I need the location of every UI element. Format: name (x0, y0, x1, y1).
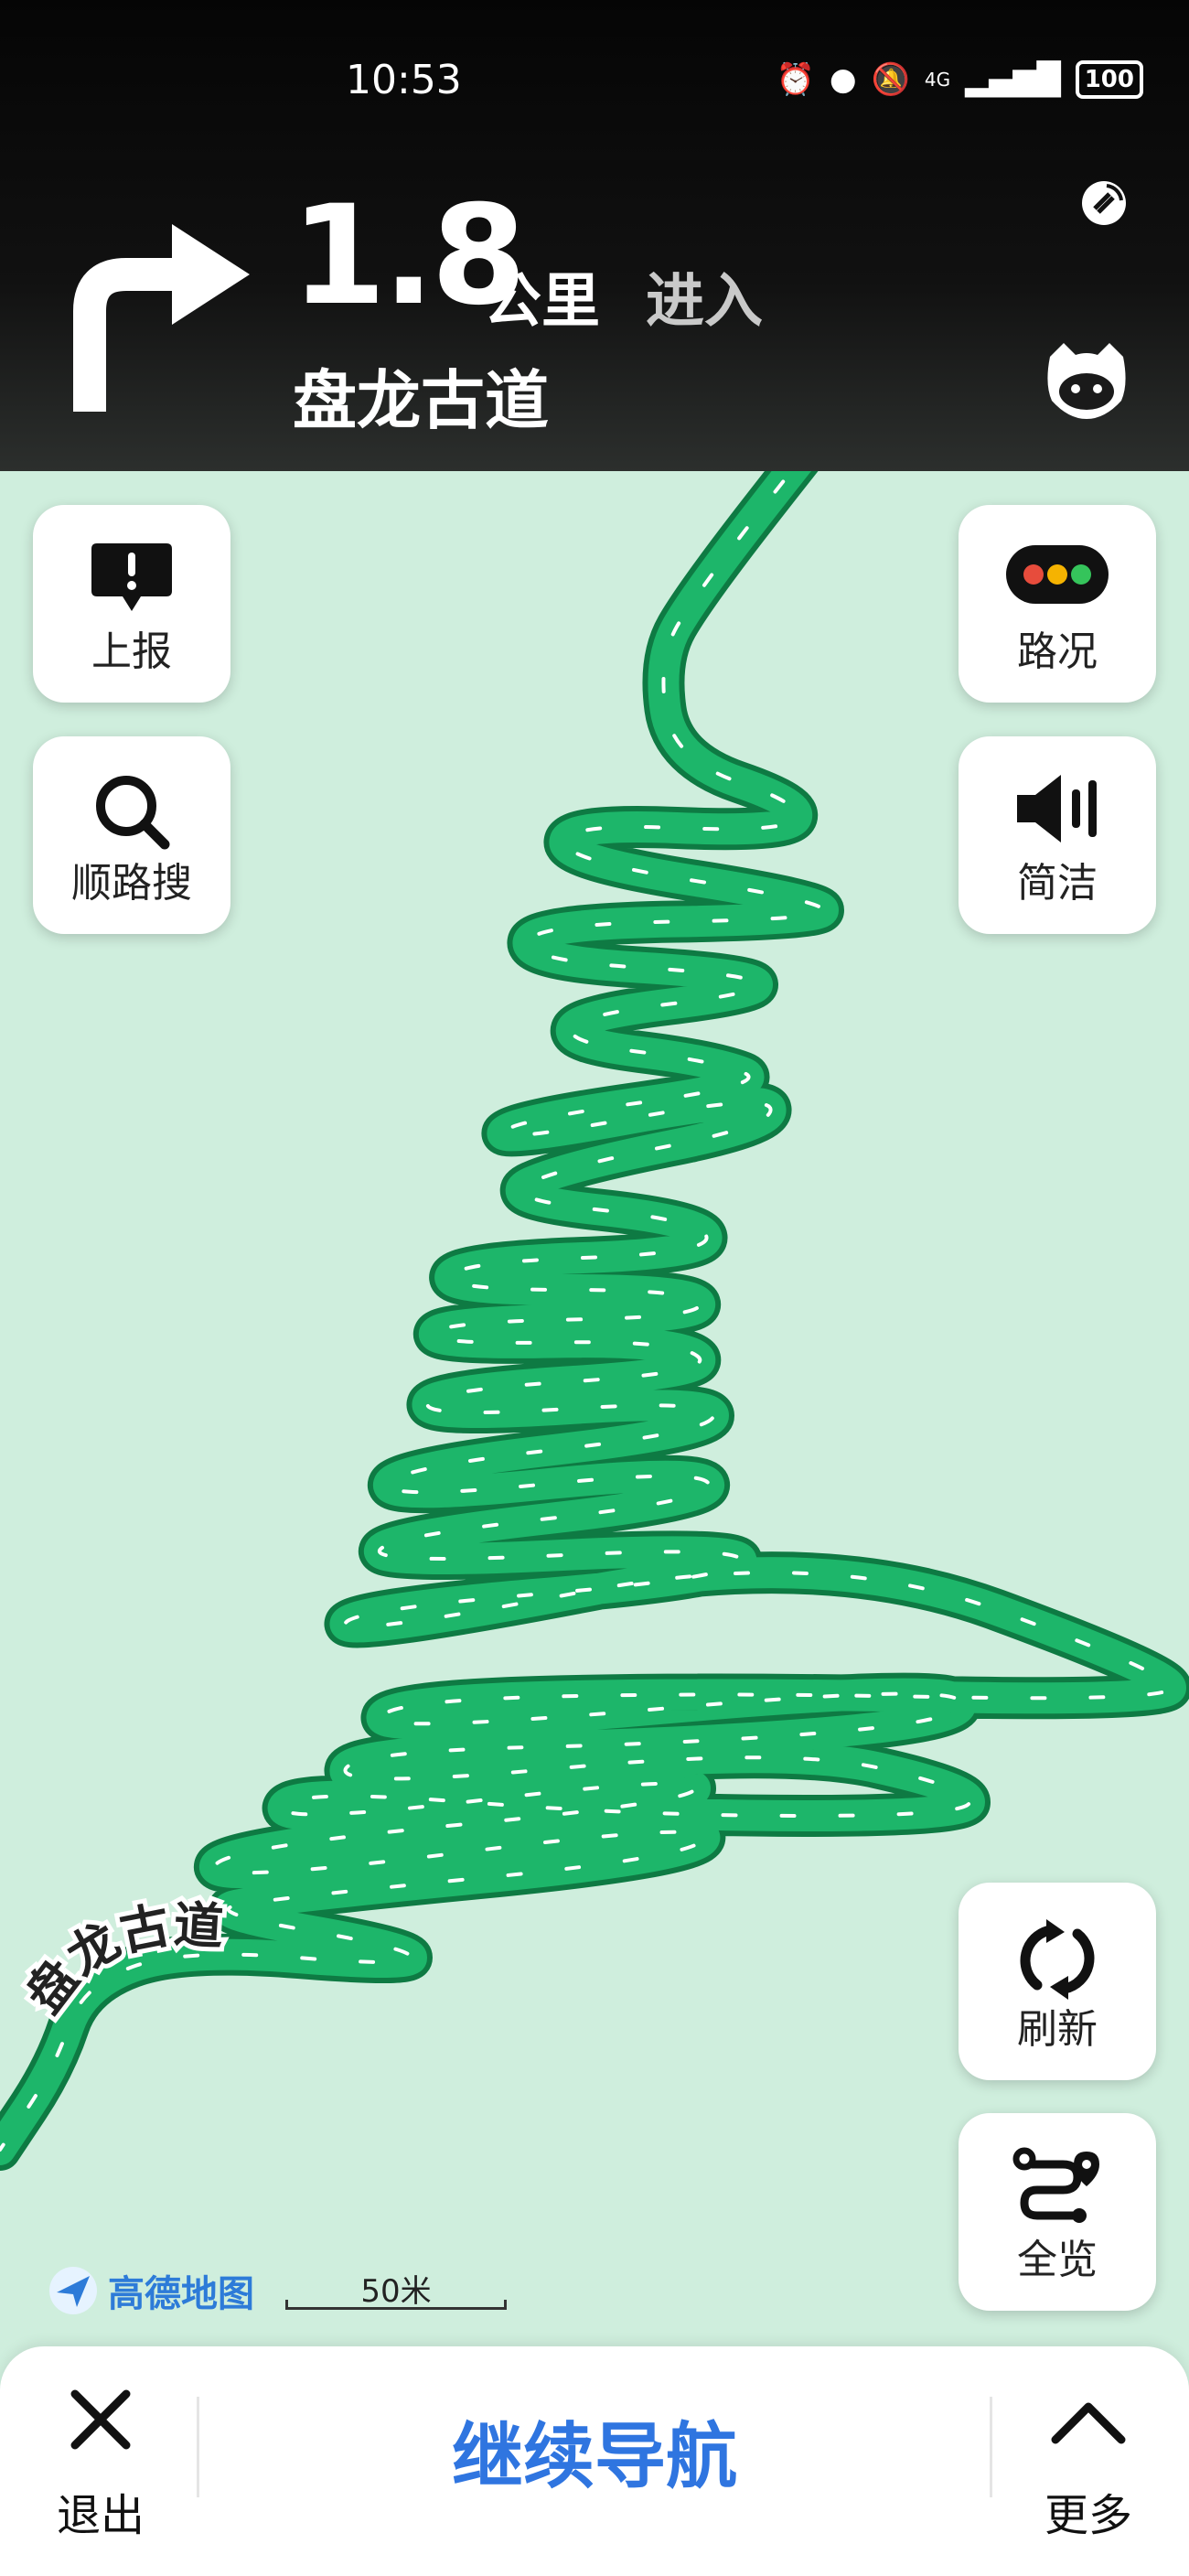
continue-navigation-button[interactable]: 继续导航 (201, 2399, 988, 2502)
refresh-button[interactable]: 刷新 (959, 1883, 1156, 2080)
traffic-button[interactable]: 路况 (959, 505, 1156, 703)
voice-mode-label: 简洁 (1017, 860, 1098, 907)
search-icon (96, 776, 170, 850)
report-icon (91, 543, 172, 611)
status-icons: ⏰ ● 🔕 4G ▂▄▆█ 100 (777, 60, 1143, 99)
status-time: 10:53 (346, 57, 462, 103)
network-label: 4G (924, 69, 951, 91)
map-scale: 50米 (282, 2266, 510, 2312)
search-along-route-button[interactable]: 顺路搜 (33, 736, 230, 934)
search-along-route-label: 顺路搜 (71, 860, 192, 907)
amap-logo-icon (49, 2267, 97, 2314)
voice-mode-button[interactable]: 简洁 (959, 736, 1156, 934)
more-button[interactable]: 更多 (1024, 2383, 1152, 2541)
turn-action: 进入 (646, 268, 763, 336)
refresh-icon (1020, 1919, 1095, 2000)
report-button[interactable]: 上报 (33, 505, 230, 703)
turn-right-icon (73, 224, 250, 412)
traffic-label: 路况 (1017, 628, 1098, 675)
overview-label: 全览 (1017, 2237, 1098, 2283)
traffic-icon (1006, 545, 1109, 604)
report-label: 上报 (91, 628, 172, 675)
distance-unit: 公里 (483, 268, 600, 336)
volume-icon (1017, 775, 1097, 843)
more-label: 更多 (1044, 2490, 1132, 2541)
exit-button[interactable]: 退出 (37, 2383, 165, 2541)
location-icon: ● (829, 61, 857, 98)
next-road-name: 盘龙古道 (293, 363, 549, 438)
bottom-bar: 退出 继续导航 更多 (0, 2346, 1189, 2576)
overview-button[interactable]: 全览 (959, 2113, 1156, 2311)
logo-text: 高德地图 (108, 2273, 254, 2315)
divider-left (197, 2397, 199, 2497)
close-icon (70, 2389, 131, 2450)
signal-icon: ▂▄▆█ (965, 61, 1061, 98)
assistant-avatar-icon[interactable] (1041, 338, 1132, 421)
chevron-up-icon (1051, 2402, 1126, 2444)
gps-signal-icon[interactable] (1079, 178, 1129, 228)
overview-icon (1012, 2147, 1099, 2223)
refresh-label: 刷新 (1017, 2006, 1098, 2053)
status-bar: 10:53 ⏰ ● 🔕 4G ▂▄▆█ 100 (0, 0, 1189, 156)
amap-logo: 高德地图 (48, 2264, 254, 2317)
divider-right (990, 2397, 992, 2497)
battery-icon: 100 (1075, 60, 1143, 99)
mute-icon: 🔕 (871, 61, 910, 98)
exit-label: 退出 (56, 2490, 145, 2541)
alarm-icon: ⏰ (776, 61, 815, 98)
scale-bar (285, 2300, 507, 2310)
